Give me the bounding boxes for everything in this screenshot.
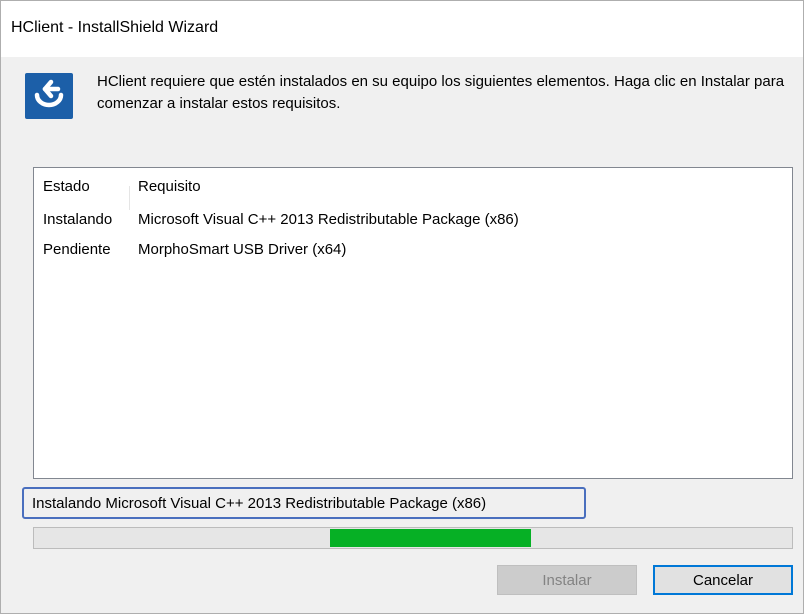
cancel-button[interactable]: Cancelar <box>653 565 793 595</box>
progress-bar <box>33 527 793 549</box>
column-header-state[interactable]: Estado <box>43 178 90 195</box>
item-requirement: Microsoft Visual C++ 2013 Redistributabl… <box>138 211 519 228</box>
item-state: Instalando <box>43 211 113 228</box>
header-message: HClient requiere que estén instalados en… <box>97 73 785 112</box>
status-highlight: Instalando Microsoft Visual C++ 2013 Red… <box>22 487 586 519</box>
item-state: Pendiente <box>43 241 111 258</box>
installshield-logo-icon <box>25 73 73 119</box>
title-bar: HClient - InstallShield Wizard <box>1 1 803 57</box>
status-text: Instalando Microsoft Visual C++ 2013 Red… <box>32 495 487 512</box>
install-button[interactable]: Instalar <box>497 565 637 595</box>
window-title: HClient - InstallShield Wizard <box>11 19 219 36</box>
list-header-row: Estado Requisito <box>34 178 792 210</box>
list-item[interactable]: Instalando Microsoft Visual C++ 2013 Red… <box>34 211 792 233</box>
requirements-list[interactable]: Estado Requisito Instalando Microsoft Vi… <box>33 167 793 479</box>
installshield-wizard-window: HClient - InstallShield Wizard HClient r… <box>0 0 804 614</box>
progress-fill <box>330 529 531 547</box>
item-requirement: MorphoSmart USB Driver (x64) <box>138 241 347 258</box>
column-divider <box>129 186 130 210</box>
column-header-requirement[interactable]: Requisito <box>138 178 201 195</box>
list-item[interactable]: Pendiente MorphoSmart USB Driver (x64) <box>34 241 792 263</box>
